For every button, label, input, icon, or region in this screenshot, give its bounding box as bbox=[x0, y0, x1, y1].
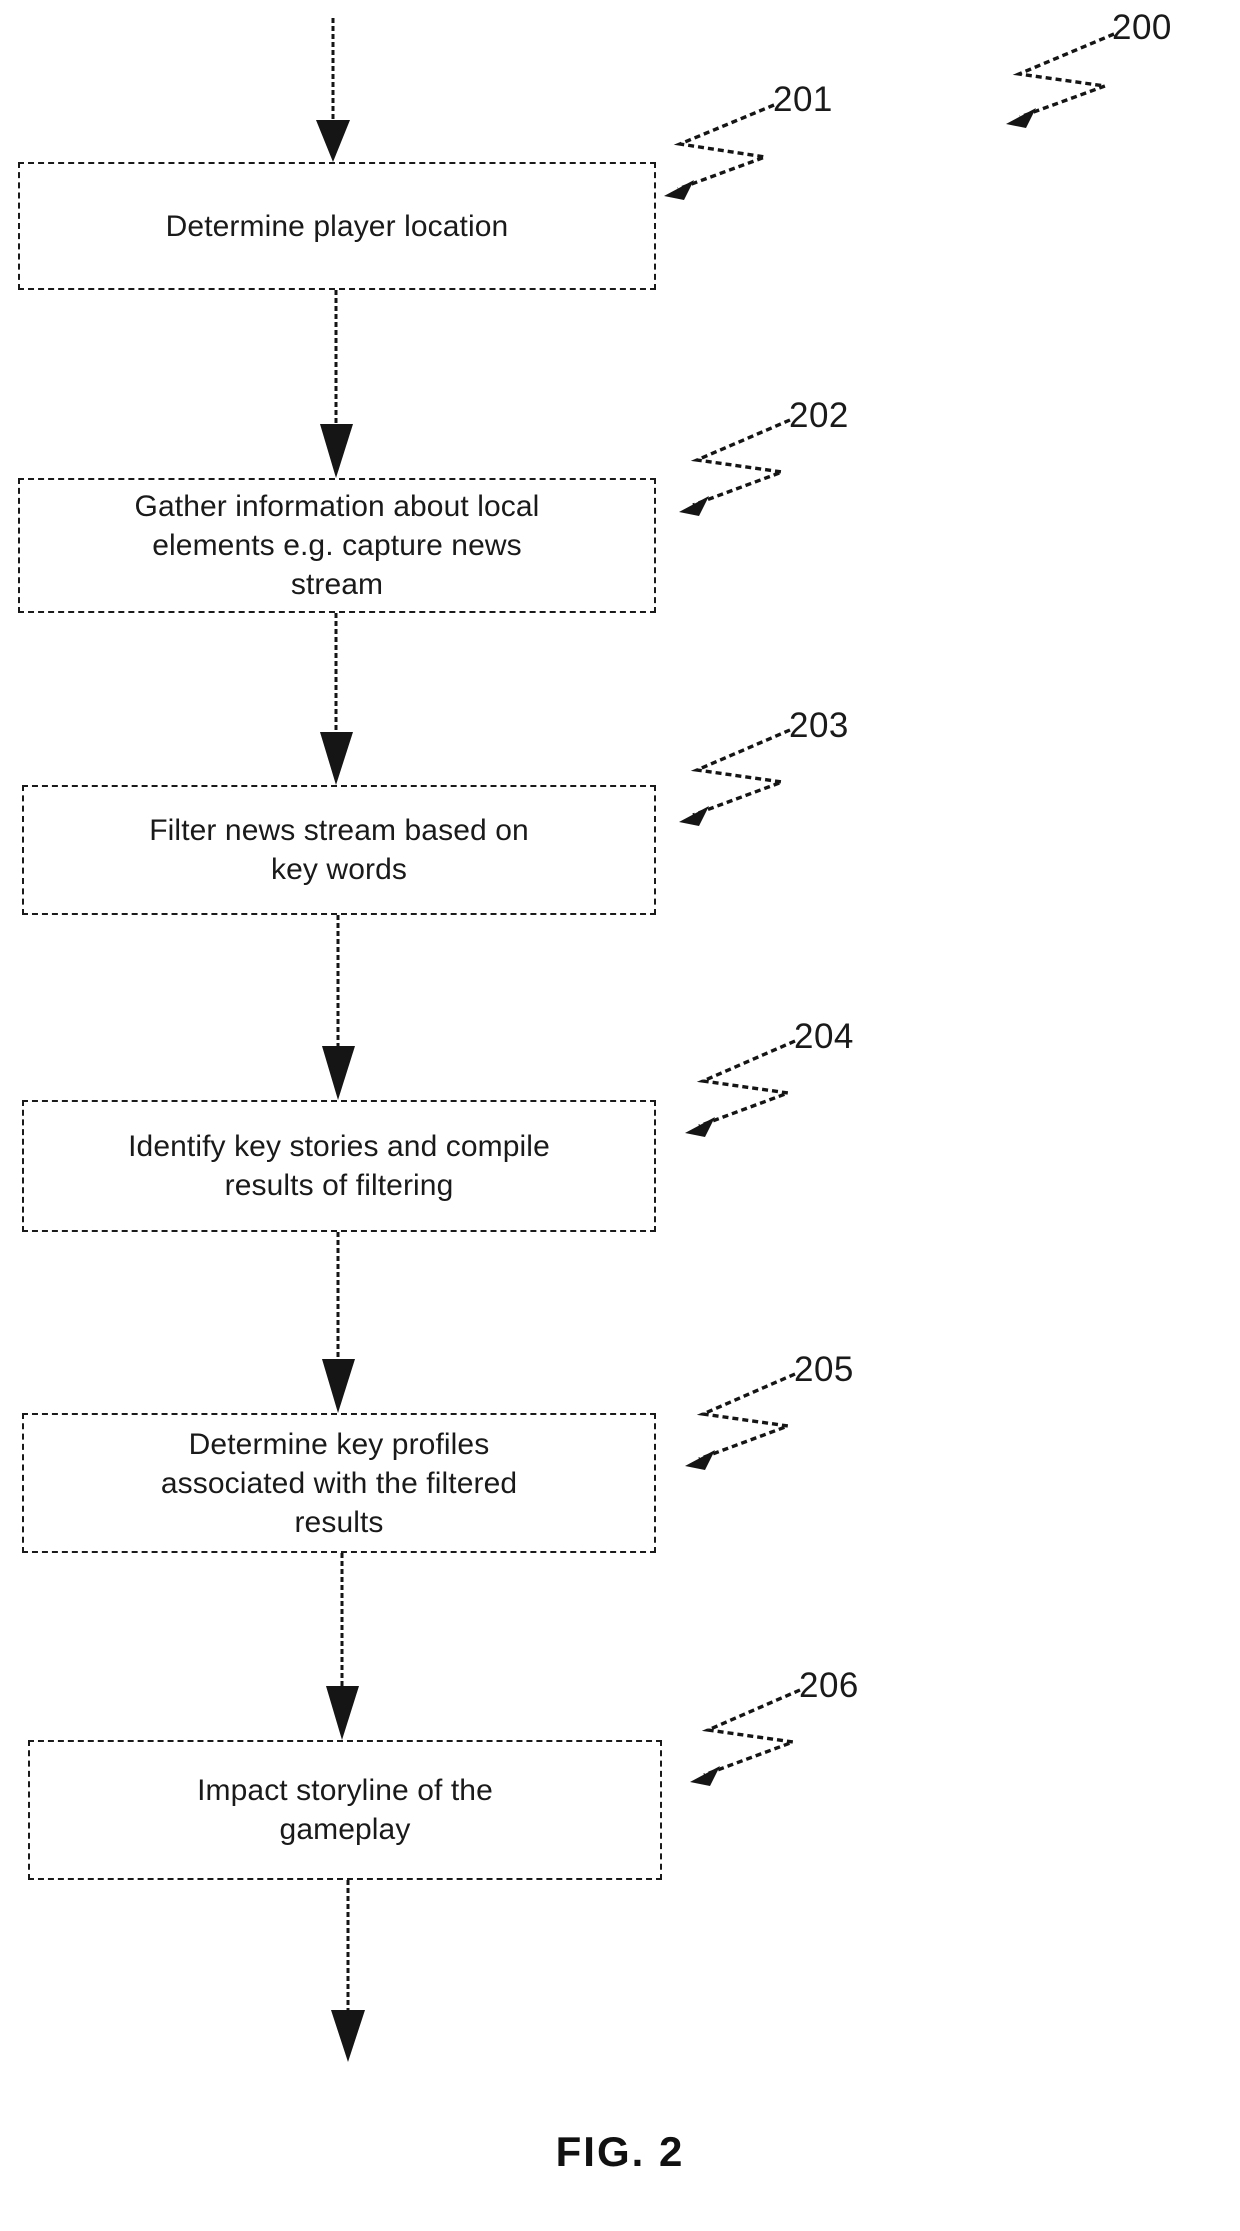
process-box-204[interactable]: Identify key stories and compile results… bbox=[22, 1100, 656, 1232]
reference-numeral-202: 202 bbox=[789, 396, 849, 435]
lead-line-206 bbox=[690, 1688, 801, 1786]
reference-numeral-203: 203 bbox=[789, 706, 849, 745]
process-box-205[interactable]: Determine key profiles associated with t… bbox=[22, 1413, 656, 1553]
lead-line-201 bbox=[664, 103, 775, 200]
process-box-201[interactable]: Determine player location bbox=[18, 162, 656, 290]
process-box-206[interactable]: Impact storyline of the gameplay bbox=[28, 1740, 662, 1880]
process-box-203-label: Filter news stream based on key words bbox=[149, 814, 529, 886]
process-box-206-label: Impact storyline of the gameplay bbox=[197, 1774, 493, 1846]
connector-205-206 bbox=[326, 1553, 359, 1740]
process-box-202-label: Gather information about local elements … bbox=[134, 490, 540, 601]
entry-arrow bbox=[316, 18, 350, 162]
figure-caption: FIG. 2 bbox=[555, 2128, 685, 2175]
reference-numeral-200: 200 bbox=[1112, 8, 1172, 47]
connector-202-203 bbox=[320, 613, 353, 785]
reference-numeral-201: 201 bbox=[773, 80, 833, 119]
process-box-203[interactable]: Filter news stream based on key words bbox=[22, 785, 656, 915]
reference-numeral-205: 205 bbox=[794, 1350, 854, 1389]
process-box-202[interactable]: Gather information about local elements … bbox=[18, 478, 656, 613]
lead-line-202 bbox=[679, 418, 791, 516]
lead-line-204 bbox=[685, 1039, 796, 1137]
process-box-201-label: Determine player location bbox=[165, 209, 509, 243]
reference-numeral-204: 204 bbox=[794, 1017, 854, 1056]
lead-line-203 bbox=[679, 728, 791, 826]
connector-201-202 bbox=[320, 290, 353, 478]
process-box-204-label: Identify key stories and compile results… bbox=[128, 1130, 550, 1202]
connector-204-205 bbox=[322, 1232, 355, 1413]
reference-numeral-206: 206 bbox=[799, 1666, 859, 1705]
connector-203-204 bbox=[322, 915, 355, 1100]
exit-arrow bbox=[331, 1880, 365, 2062]
process-box-205-label: Determine key profiles associated with t… bbox=[160, 1427, 518, 1539]
lead-line-200 bbox=[1006, 32, 1115, 128]
patent-figure: Determine player location Gather informa… bbox=[0, 0, 1240, 2231]
lead-line-205 bbox=[685, 1372, 796, 1470]
